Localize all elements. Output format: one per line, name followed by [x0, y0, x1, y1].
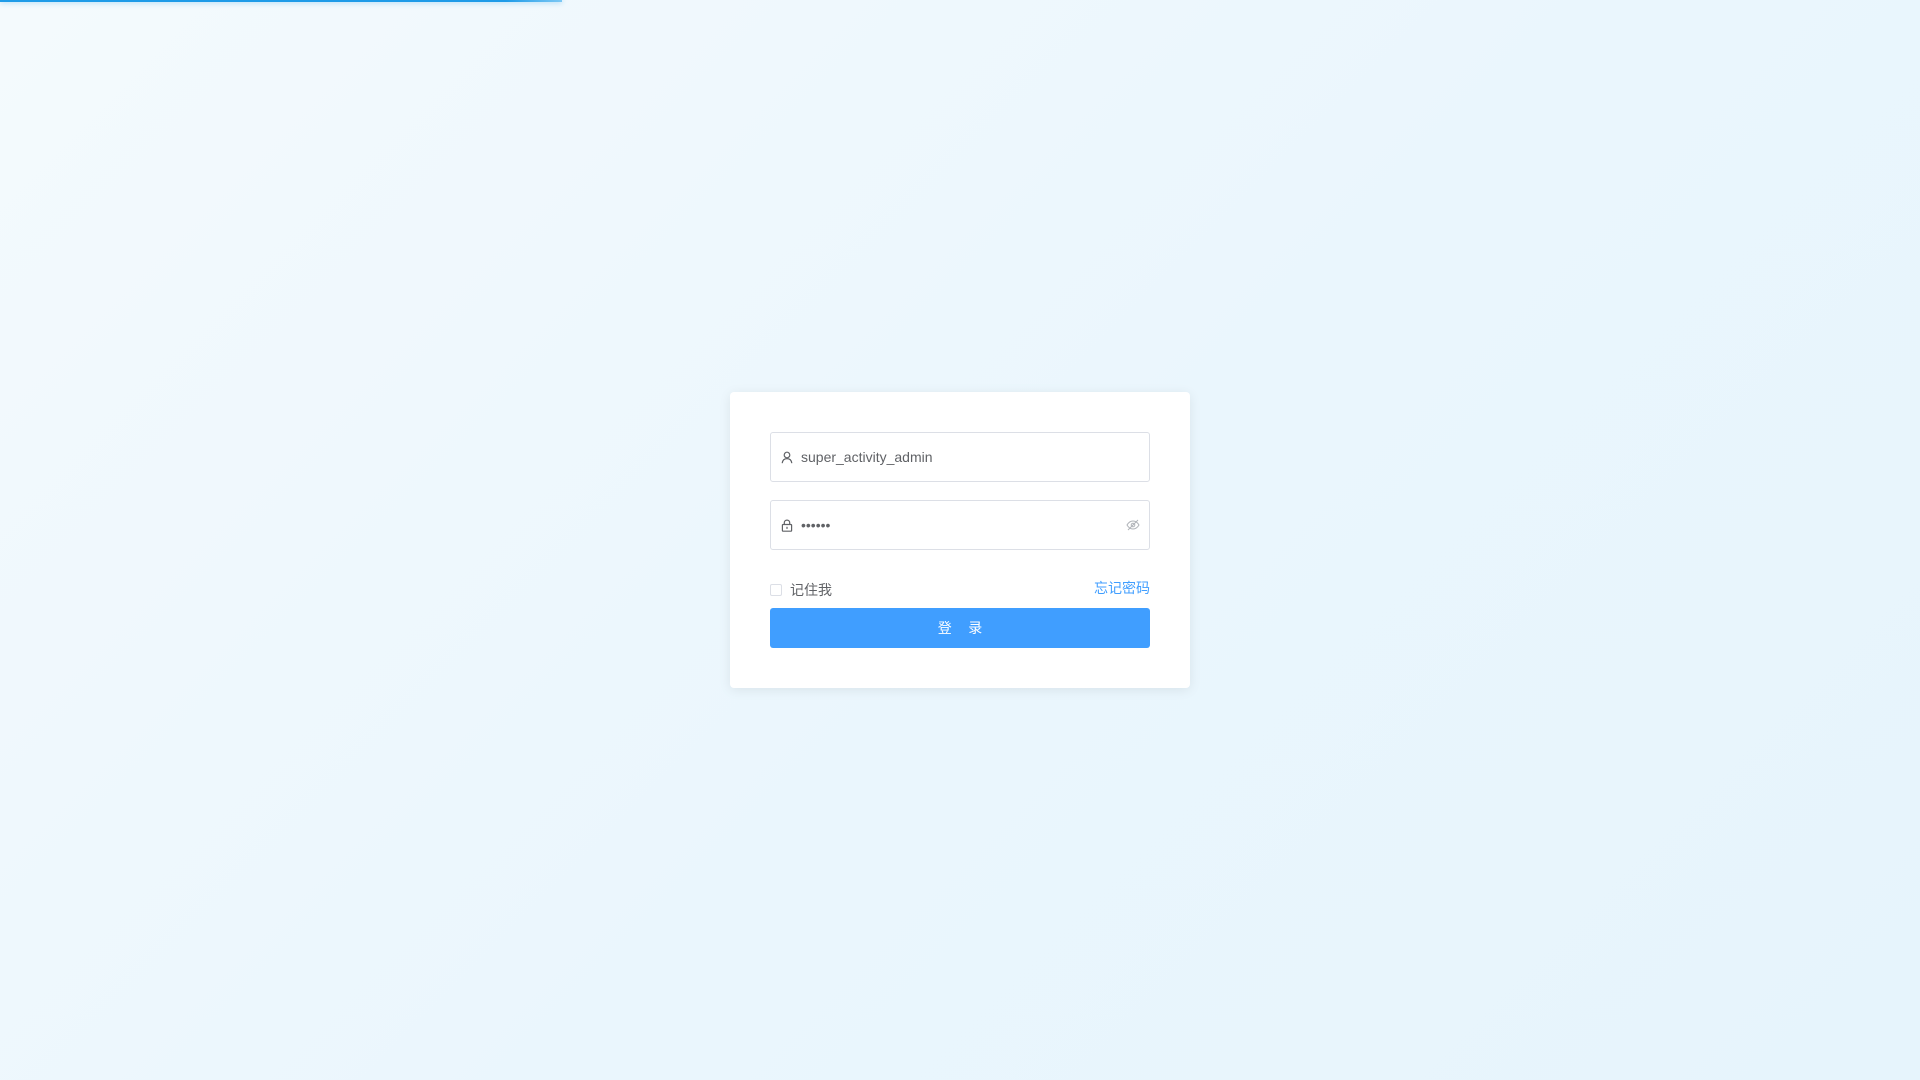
password-input[interactable]: [801, 501, 1125, 549]
username-field[interactable]: [770, 432, 1150, 482]
remember-me-label: 记住我: [790, 583, 832, 599]
lock-icon: [780, 518, 794, 532]
loading-progress-bar: [0, 0, 562, 2]
eye-off-icon[interactable]: [1125, 517, 1141, 533]
password-field[interactable]: [770, 500, 1150, 550]
login-card: 记住我 忘记密码 登 录: [730, 392, 1190, 688]
remember-me-checkbox[interactable]: 记住我: [770, 580, 832, 600]
user-icon: [780, 450, 794, 464]
remember-checkbox-box[interactable]: [770, 584, 782, 596]
forgot-password-link[interactable]: 忘记密码: [1094, 578, 1150, 598]
username-input[interactable]: [801, 433, 1149, 481]
login-button[interactable]: 登 录: [770, 608, 1150, 648]
